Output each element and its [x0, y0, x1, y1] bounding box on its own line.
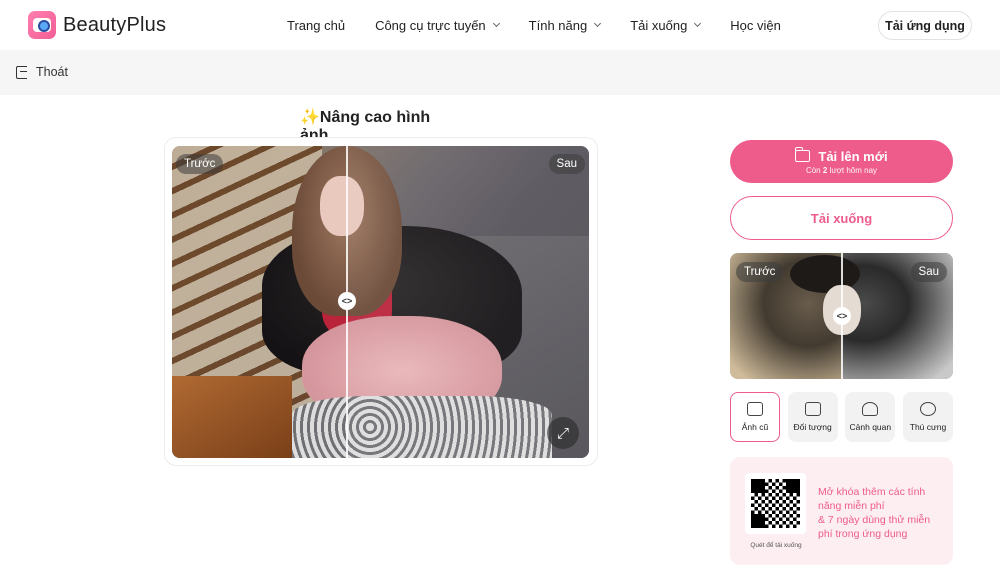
- nav-item-label: Công cụ trực tuyến: [375, 17, 486, 33]
- tool-label: Cảnh quan: [849, 422, 892, 432]
- tool-label: Thú cưng: [909, 422, 947, 432]
- top-navbar: BeautyPlus Trang chủ Công cụ trực tuyến …: [0, 0, 1000, 50]
- chevron-down-icon: [594, 19, 602, 28]
- brand-logo[interactable]: BeautyPlus: [28, 11, 166, 39]
- chevron-down-icon: [492, 19, 500, 28]
- pet-icon: [919, 402, 936, 416]
- exit-icon: [16, 65, 27, 79]
- tool-old-photo[interactable]: Ảnh cũ: [730, 392, 780, 442]
- preview-after-tag: Sau: [910, 262, 947, 282]
- after-half-overlay: [346, 146, 589, 458]
- preview-slider-handle[interactable]: <>: [833, 307, 851, 325]
- nav-item-downloads[interactable]: Tải xuống: [630, 17, 702, 33]
- tool-landscape[interactable]: Cảnh quan: [845, 392, 896, 442]
- old-photo-icon: [747, 402, 763, 416]
- nav-item-label: Học viện: [730, 17, 781, 33]
- nav-item-academy[interactable]: Học viện: [730, 18, 781, 33]
- promo-text: Mở khóa thêm các tính năng miễn phí & 7 …: [818, 485, 943, 541]
- nav-item-online-tools[interactable]: Công cụ trực tuyến: [375, 17, 500, 33]
- nav-item-features[interactable]: Tính năng: [528, 17, 602, 33]
- photo-rail: [172, 376, 292, 458]
- object-icon: [804, 402, 821, 416]
- upload-new-button[interactable]: Tải lên mới Còn 2 lượt hôm nay: [730, 140, 953, 183]
- brand-name: BeautyPlus: [63, 13, 167, 36]
- qr-code-pattern: [751, 479, 800, 528]
- upload-sub-prefix: Còn: [805, 165, 823, 175]
- upload-sub-suffix: lượt hôm nay: [827, 165, 878, 175]
- sample-preview-image[interactable]: <> Trước Sau: [730, 253, 953, 379]
- nav-item-label: Trang chủ: [287, 17, 346, 33]
- main-nav: Trang chủ Công cụ trực tuyến Tính năng T…: [287, 0, 811, 50]
- chevron-down-icon: [694, 19, 702, 28]
- download-app-button[interactable]: Tải ứng dụng: [878, 11, 972, 40]
- promo-line-1: Mở khóa thêm các tính năng miễn phí: [818, 486, 926, 512]
- before-after-compare-image[interactable]: <> Trước Sau ⤢: [172, 146, 589, 458]
- nav-item-home[interactable]: Trang chủ: [287, 18, 345, 33]
- landscape-icon: [862, 402, 879, 416]
- download-button[interactable]: Tải xuống: [730, 196, 953, 240]
- compare-slider-handle[interactable]: <>: [338, 292, 356, 310]
- nav-item-label: Tải xuống: [630, 17, 688, 33]
- expand-icon[interactable]: ⤢: [547, 417, 579, 449]
- enhance-mode-tools: Ảnh cũ Đối tượng Cảnh quan Thú cưng: [730, 392, 953, 442]
- promo-line-2: & 7 ngày dùng thử miễn phí trong ứng dụn…: [818, 514, 931, 540]
- exit-button[interactable]: Thoát: [16, 65, 68, 79]
- tool-pet[interactable]: Thú cưng: [902, 392, 953, 442]
- camera-logo-icon: [28, 11, 56, 39]
- folder-icon: [794, 147, 811, 162]
- exit-label: Thoát: [36, 65, 68, 79]
- upload-remaining-text: Còn 2 lượt hôm nay: [806, 166, 877, 175]
- tool-label: Đối tượng: [793, 422, 832, 432]
- before-tag: Trước: [176, 154, 224, 174]
- nav-item-label: Tính năng: [528, 17, 588, 33]
- sub-toolbar: Thoát: [0, 50, 1000, 95]
- app-promo-card: Quét để tải xuống Mở khóa thêm các tính …: [730, 457, 953, 565]
- tool-object[interactable]: Đối tượng: [787, 392, 838, 442]
- qr-caption: Quét để tải xuống: [750, 542, 802, 549]
- preview-before-tag: Trước: [736, 262, 784, 282]
- upload-label: Tải lên mới: [818, 148, 888, 164]
- qr-code: [745, 473, 806, 534]
- tool-label: Ảnh cũ: [741, 422, 769, 432]
- after-tag: Sau: [548, 154, 585, 174]
